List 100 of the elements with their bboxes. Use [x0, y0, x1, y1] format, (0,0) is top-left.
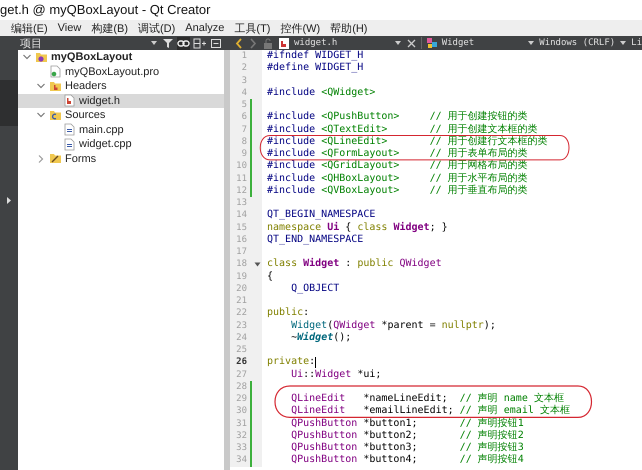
line-number: 14	[235, 210, 247, 220]
code-line: QPushButton *button1; // 声明按钮1	[290, 418, 524, 430]
menu-item[interactable]: 构建(B)	[86, 20, 133, 36]
code-line: private:	[267, 356, 316, 368]
menu-item[interactable]: 控件(W)	[275, 20, 326, 36]
lock-icon	[262, 36, 274, 50]
line-number: 18	[235, 259, 247, 270]
code-line: #include <QLineEdit> // 用于创建行文本框的类	[267, 136, 548, 148]
split-icon	[193, 36, 207, 50]
panel-title: 项目	[20, 36, 43, 50]
close-panel-icon	[210, 36, 222, 50]
code-line: QLineEdit *emailLineEdit; // 声明 email 文本框	[290, 405, 570, 418]
tree-item[interactable]: myQBoxLayout.pro	[36, 64, 224, 79]
folder-icon	[49, 108, 62, 122]
line-number: 16	[235, 234, 247, 245]
file-selector[interactable]: widget.h	[294, 38, 390, 48]
menu-item[interactable]: Analyze	[180, 22, 230, 34]
line-number: 34	[235, 455, 247, 466]
code-line: QPushButton *button2; // 声明按钮2	[290, 430, 524, 442]
line-number: 9	[240, 149, 247, 160]
code-line: Q_OBJECT	[290, 282, 340, 295]
line-number: 6	[240, 112, 247, 122]
code-line: Ui::Widget *ui;	[290, 368, 382, 381]
line-number: 5	[240, 100, 247, 110]
line-number: 27	[235, 370, 247, 380]
close-icon	[406, 38, 417, 48]
line-number: 3	[240, 76, 247, 86]
menu-item[interactable]: View	[52, 22, 86, 34]
line-number: 11	[235, 174, 247, 184]
caret-icon	[394, 39, 402, 47]
line-number: 7	[240, 124, 247, 135]
code-line: #include <QGridLayout> // 用于网格布局的类	[267, 160, 528, 172]
code-line: #include <QWidget>	[267, 86, 376, 99]
fold-arrow-icon[interactable]	[254, 260, 260, 268]
line-number: 29	[235, 394, 247, 404]
code-line: class Widget : public QWidget	[267, 258, 442, 270]
line-number: 17	[235, 247, 247, 258]
caret-icon	[619, 39, 628, 47]
line-number: 2	[240, 63, 247, 74]
code-line: QPushButton *button3; // 声明按钮3	[290, 442, 524, 454]
window-title: get.h @ myQBoxLayout - Qt Creator	[0, 1, 212, 19]
source-file-icon	[63, 123, 76, 136]
code-line: Widget(QWidget *parent = nullptr);	[290, 320, 496, 332]
code-line: #include <QPushButton> // 用于创建按钮的类	[267, 111, 528, 124]
code-line: #include <QTextEdit> // 用于创建文本框的类	[267, 124, 538, 136]
project-file-icon	[49, 65, 62, 78]
code-line: {	[267, 270, 274, 283]
code-line: QPushButton *button4; // 声明按钮4	[290, 454, 524, 466]
line-number: 26	[235, 357, 247, 368]
code-line: #ifndef WIDGET_H	[267, 50, 364, 62]
line-number: 28	[235, 382, 247, 392]
menu-item[interactable]: 工具(T)	[229, 20, 276, 36]
code-line: #include <QHBoxLayout> // 用于水平布局的类	[267, 172, 528, 184]
line-number: 23	[235, 320, 247, 331]
code-line: QT_BEGIN_NAMESPACE	[267, 209, 376, 222]
line-number: 22	[235, 308, 247, 318]
source-file-icon	[63, 138, 76, 151]
tree-item[interactable]: Sources	[36, 108, 224, 122]
line-endings-selector[interactable]: Windows (CRLF)	[539, 38, 616, 48]
code-line: QLineEdit *nameLineEdit; // 声明 name 文本框	[290, 393, 564, 404]
tree-item[interactable]: main.cpp	[50, 122, 224, 137]
combo-box[interactable]: Li	[631, 38, 642, 48]
line-number: 10	[235, 161, 247, 172]
line-number: 31	[235, 418, 247, 429]
line-number: 21	[235, 296, 247, 306]
line-number: 33	[235, 443, 247, 454]
expand-arrow-icon	[5, 196, 13, 205]
menu-item[interactable]: 编辑(E)	[6, 20, 53, 36]
line-number: 8	[240, 136, 247, 147]
caret-icon	[150, 39, 158, 47]
code-line: public:	[267, 307, 310, 320]
line-number: 1	[240, 51, 247, 62]
caret-icon	[527, 39, 536, 47]
code-line: #include <QFormLayout> // 用于表单布局的类	[267, 148, 528, 160]
menu-item[interactable]: 帮助(H)	[325, 20, 372, 36]
line-number: 15	[235, 222, 247, 233]
line-number: 20	[235, 284, 247, 294]
line-number: 12	[235, 186, 247, 196]
symbol-selector[interactable]: Widget	[442, 38, 524, 48]
folder-icon	[49, 80, 62, 93]
menu-item[interactable]: 调试(D)	[133, 20, 180, 36]
project-folder-icon	[35, 50, 48, 64]
tree-item[interactable]: widget.h	[18, 94, 224, 108]
class-icon	[426, 37, 438, 49]
code-line: #include <QVBoxLayout> // 用于垂直布局的类	[267, 184, 528, 197]
folder-icon	[49, 152, 62, 166]
code-line: QT_END_NAMESPACE	[267, 234, 364, 246]
tree-item[interactable]: widget.cpp	[50, 137, 224, 152]
line-number: 32	[235, 430, 247, 441]
line-number: 25	[235, 345, 247, 356]
code-line: #define WIDGET_H	[267, 62, 364, 74]
tree-item[interactable]: Headers	[36, 79, 224, 94]
line-number: 19	[235, 272, 247, 282]
code-line: ~Widget();	[290, 332, 352, 344]
line-number: 13	[235, 198, 247, 208]
tree-item[interactable]: myQBoxLayout	[22, 50, 224, 64]
tree-item[interactable]: Forms	[36, 152, 224, 166]
line-number: 4	[240, 88, 247, 98]
header-file-icon	[63, 94, 76, 108]
line-number: 30	[235, 406, 247, 416]
